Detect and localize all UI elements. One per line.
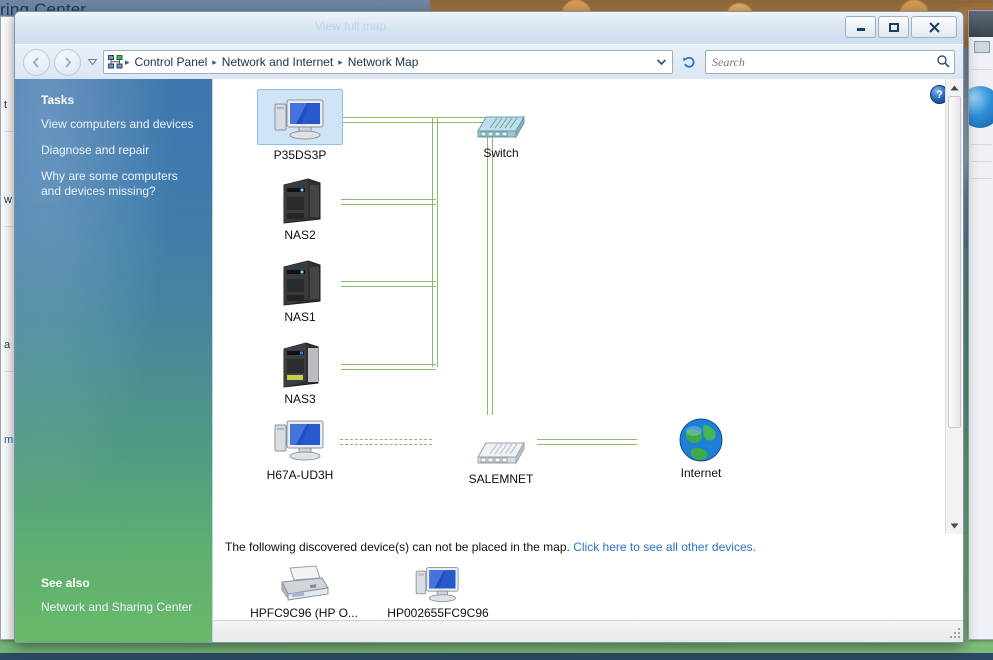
close-button[interactable] bbox=[911, 16, 957, 38]
background-window-right[interactable] bbox=[968, 10, 993, 640]
computer-icon bbox=[257, 411, 343, 465]
scroll-up-button[interactable] bbox=[946, 79, 963, 96]
map-node-salemnet[interactable]: SALEMNET bbox=[458, 415, 544, 486]
window-controls bbox=[845, 16, 957, 38]
unplaced-device-label: HP002655FC9C96 bbox=[387, 606, 489, 620]
scrollbar-track[interactable] bbox=[946, 428, 963, 517]
sidebar-tasks-section: Tasks View computers and devices Diagnos… bbox=[15, 79, 212, 199]
computer-icon bbox=[383, 560, 493, 606]
minimize-button[interactable] bbox=[845, 16, 876, 38]
search-icon[interactable] bbox=[936, 54, 950, 71]
vertical-scrollbar[interactable] bbox=[945, 79, 963, 534]
bg-right-button bbox=[973, 41, 990, 53]
sidebar-item-why-missing[interactable]: Why are some computers and devices missi… bbox=[41, 169, 201, 199]
sidebar-item-view-computers[interactable]: View computers and devices bbox=[41, 117, 201, 132]
map-node-label: NAS2 bbox=[284, 228, 316, 242]
unplaced-notice-text: The following discovered device(s) can n… bbox=[225, 540, 570, 554]
map-node-nas2[interactable]: NAS2 bbox=[257, 171, 343, 242]
map-node-nas3[interactable]: NAS3 bbox=[257, 335, 343, 406]
scroll-down-button[interactable] bbox=[946, 517, 963, 534]
chevron-down-icon[interactable] bbox=[652, 59, 670, 65]
search-box[interactable] bbox=[705, 50, 955, 74]
map-node-label: Switch bbox=[483, 146, 519, 160]
connection-h67a-wireless bbox=[340, 439, 432, 445]
router-icon bbox=[458, 415, 544, 469]
history-dropdown-button[interactable] bbox=[85, 59, 99, 65]
sidebar-item-diagnose-repair[interactable]: Diagnose and repair bbox=[41, 143, 201, 158]
window-titlebar[interactable]: View full map bbox=[15, 12, 963, 45]
bg-right-row bbox=[971, 144, 992, 145]
connection-nas2 bbox=[341, 199, 436, 205]
bg-right-row bbox=[971, 161, 992, 162]
address-bar[interactable]: ▸ Control Panel ▸ Network and Internet ▸… bbox=[103, 50, 673, 74]
nas-icon bbox=[257, 253, 343, 307]
connection-nas3 bbox=[341, 364, 436, 370]
bg-right-titlebar bbox=[969, 11, 993, 37]
map-node-label: H67A-UD3H bbox=[266, 468, 334, 482]
breadcrumb-network-and-internet[interactable]: Network and Internet bbox=[218, 54, 337, 70]
see-also-section: See also Network and Sharing Center bbox=[41, 576, 192, 615]
connection-nas1 bbox=[341, 281, 436, 287]
scrollbar-thumb[interactable] bbox=[948, 96, 961, 428]
search-input[interactable] bbox=[710, 53, 936, 71]
network-map-content: ? P35DS3P Switch NAS2 NAS1 NAS3 H67A-UD3… bbox=[213, 79, 963, 642]
nas-light-icon bbox=[257, 335, 343, 389]
map-node-label: SALEMNET bbox=[468, 472, 534, 486]
nas-icon bbox=[257, 171, 343, 225]
back-button[interactable] bbox=[23, 48, 50, 76]
maximize-button[interactable] bbox=[878, 16, 909, 38]
tasks-sidebar: Tasks View computers and devices Diagnos… bbox=[15, 79, 213, 642]
network-map-icon bbox=[106, 54, 124, 70]
see-all-other-devices-link[interactable]: Click here to see all other devices. bbox=[573, 540, 756, 554]
map-node-label: Internet bbox=[680, 466, 722, 480]
forward-button[interactable] bbox=[54, 48, 81, 76]
map-node-switch[interactable]: Switch bbox=[458, 89, 544, 160]
computer-icon bbox=[257, 89, 343, 145]
window-title: View full map bbox=[315, 19, 387, 33]
unplaced-device-label: HPFC9C96 (HP O... bbox=[250, 606, 358, 620]
status-bar bbox=[213, 620, 963, 642]
bg-right-globe-icon bbox=[969, 86, 993, 128]
unplaced-device-printer[interactable]: HPFC9C96 (HP O... bbox=[249, 560, 359, 620]
bg-right-row bbox=[971, 69, 992, 70]
map-node-h67a-ud3h[interactable]: H67A-UD3H bbox=[257, 411, 343, 482]
map-node-label: NAS3 bbox=[284, 392, 316, 406]
connection-salemnet-to-internet bbox=[537, 439, 637, 445]
refresh-button[interactable] bbox=[677, 50, 701, 74]
bg-right-row bbox=[971, 178, 992, 179]
window-body: Tasks View computers and devices Diagnos… bbox=[15, 79, 963, 642]
unplaced-device-computer[interactable]: HP002655FC9C96 bbox=[383, 560, 493, 620]
map-node-nas1[interactable]: NAS1 bbox=[257, 253, 343, 324]
see-also-heading: See also bbox=[41, 576, 90, 590]
breadcrumb-network-map[interactable]: Network Map bbox=[344, 54, 423, 70]
unplaced-notice: The following discovered device(s) can n… bbox=[213, 534, 963, 556]
map-node-p35ds3p[interactable]: P35DS3P bbox=[257, 89, 343, 162]
map-node-internet[interactable]: Internet bbox=[658, 409, 744, 480]
map-node-label: NAS1 bbox=[284, 310, 316, 324]
resize-grip[interactable] bbox=[947, 625, 961, 639]
sidebar-item-network-sharing-center[interactable]: Network and Sharing Center bbox=[41, 600, 192, 615]
connection-p35ds3p bbox=[341, 117, 436, 123]
tasks-heading: Tasks bbox=[41, 93, 75, 107]
network-map-window: View full map ▸ Control Panel ▸ Network … bbox=[14, 11, 964, 643]
switch-icon bbox=[458, 89, 544, 143]
connection-switch-to-salemnet bbox=[487, 117, 493, 415]
map-node-label: P35DS3P bbox=[273, 148, 327, 162]
network-map-canvas[interactable]: ? P35DS3P Switch NAS2 NAS1 NAS3 H67A-UD3… bbox=[213, 79, 963, 534]
unplaced-devices-list: HPFC9C96 (HP O... HP002655FC9C96 bbox=[213, 556, 963, 620]
breadcrumb-control-panel[interactable]: Control Panel bbox=[131, 54, 212, 70]
globe-icon bbox=[658, 409, 744, 463]
navigation-bar: ▸ Control Panel ▸ Network and Internet ▸… bbox=[15, 45, 963, 79]
printer-icon bbox=[249, 560, 359, 606]
connection-bus-vertical bbox=[432, 117, 438, 367]
